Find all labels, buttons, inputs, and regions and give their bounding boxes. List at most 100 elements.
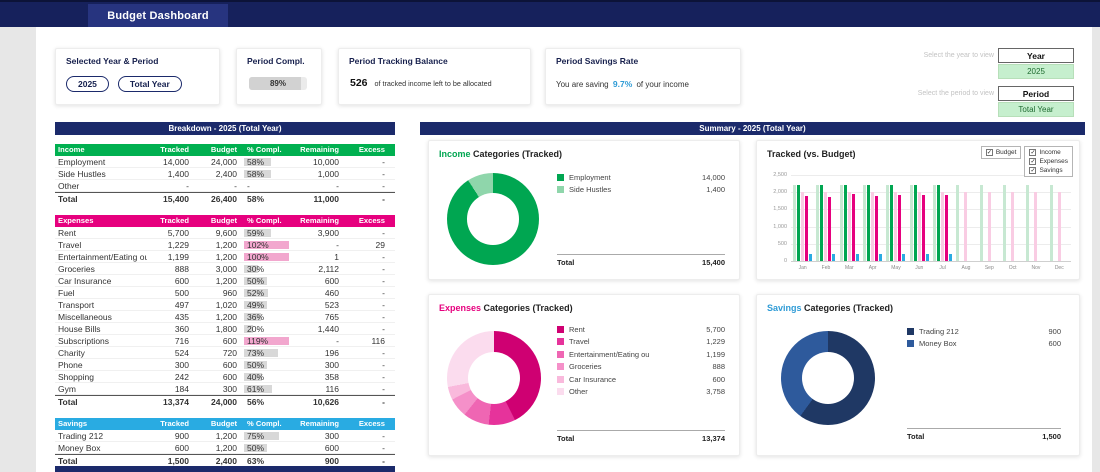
legend-value: 5,700 [706,324,725,334]
pct-value: 58% [247,169,265,179]
filter-label: Expenses [1039,158,1068,165]
bar-group [884,175,907,261]
legend-value: 600 [712,374,725,384]
x-tick-label: Aug [961,265,971,271]
table-total-row: Total 1,500 2,400 63% 900 - [55,454,395,466]
legend-value: 14,000 [702,172,725,182]
x-tick-label: Feb [821,265,831,271]
row-label: House Bills [58,324,101,334]
row-label: Entertainment/Eating ou [58,252,147,262]
bar-income [890,185,894,261]
pct-value: 58% [247,194,265,204]
bar-income-budget [1003,185,1007,261]
table-row: Shopping 242 600 40% 358 - [55,371,395,383]
y-tick-label: 1,500 [773,206,787,213]
completion-value: 89% [269,79,286,88]
cell-budget: 1,200 [215,312,237,322]
cell-budget: 600 [222,372,237,382]
series-filter-box: ✓ Income ✓ Expenses ✓ Savings [1024,146,1073,177]
filter-income[interactable]: ✓ Income [1029,149,1068,156]
checkbox-checked-icon[interactable]: ✓ [1029,167,1037,174]
legend-swatch [557,363,564,371]
legend-total-value: 1,500 [1042,431,1061,441]
column-header: Excess [358,145,385,154]
column-header: Budget [210,216,237,225]
savings-rate-card: Period Savings Rate You are saving 9.7% … [545,48,741,105]
row-label: Fuel [58,288,75,298]
table-row: Miscellaneous 435 1,200 36% 765 - [55,311,395,323]
filter-budget[interactable]: ✓ Budget [985,149,1017,156]
period-button[interactable]: Total Year [117,76,182,92]
expenses-legend: Rent 5,700 Travel 1,229 Entertainment/Eating… [557,323,725,445]
bar-expenses [875,196,879,261]
cell-excess: - [382,312,385,322]
gridline [791,261,1071,262]
cell-pct: 73% [243,347,289,358]
expenses-card-title-accent: Expenses [439,303,482,313]
bar-group [861,175,884,261]
cell-excess: - [382,288,385,298]
checkbox-checked-icon[interactable]: ✓ [1029,158,1037,165]
cell-pct: 50% [243,275,289,286]
legend-value: 600 [1048,339,1061,349]
period-label-box: Period [998,86,1074,101]
filter-expenses[interactable]: ✓ Expenses [1029,158,1068,165]
income-legend: Employment 14,000 Side Hustles 1,400 Total 15… [557,171,725,269]
section-name: Savings [58,419,88,428]
section-name: Expenses [58,216,94,225]
row-label: Trading 212 [58,431,104,441]
checkbox-checked-icon[interactable]: ✓ [985,149,993,156]
balance-value: 526 [350,77,368,89]
cell-remaining: 3,900 [317,228,339,238]
table-row: Employment 14,000 24,000 58% 10,000 - [55,156,395,168]
year-select[interactable]: 2025 [998,64,1074,79]
bar-income-budget [1026,185,1030,261]
column-header: Tracked [160,145,189,154]
year-label-box: Year [998,48,1074,63]
cell-remaining: - [336,240,339,250]
x-tick-label: Jul [939,265,946,271]
cell-pct: 100% [243,251,289,262]
cell-pct: - [243,180,289,191]
cell-budget: 24,000 [211,397,237,407]
row-label: Other [58,181,80,191]
row-label: Car Insurance [58,276,112,286]
table-row: Car Insurance 600 1,200 50% 600 - [55,275,395,287]
checkbox-checked-icon[interactable]: ✓ [1029,149,1037,156]
legend-item: Car Insurance 600 [557,373,725,386]
cell-budget: 600 [222,360,237,370]
legend-label: Travel [569,337,590,347]
cell-remaining: 1,000 [317,169,339,179]
pct-value: 20% [247,324,265,334]
savings-rate-suffix: of your income [636,80,689,89]
table-total-row: Total 13,374 24,000 56% 10,626 - [55,395,395,407]
cell-pct: 102% [243,239,289,250]
cell-budget: 300 [222,384,237,394]
legend-label: Employment [569,172,611,182]
cell-excess: - [382,456,385,466]
year-hint: Select the year to view [923,52,994,59]
column-header: Remaining [300,419,339,428]
legend-item: Entertainment/Eating ou 1,199 [557,348,725,361]
bar-group [978,175,1001,261]
legend-total-label: Total [557,257,575,267]
legend-item: Other 3,758 [557,386,725,399]
period-select[interactable]: Total Year [998,102,1074,117]
bar-income-budget [793,185,797,261]
bar-income [797,185,801,261]
bar-income-budget [863,185,867,261]
savings-rate-prefix: You are saving [556,80,609,89]
filter-label: Budget [995,149,1017,156]
bar-savings [902,253,906,261]
cell-tracked: 497 [174,300,189,310]
cell-remaining: 900 [324,456,339,466]
cell-remaining: 523 [324,300,339,310]
cell-tracked: 1,400 [167,169,189,179]
row-label: Total [58,194,78,204]
year-button[interactable]: 2025 [66,76,109,92]
legend-label: Groceries [569,362,602,372]
filter-savings[interactable]: ✓ Savings [1029,167,1068,174]
table-row: Side Hustles 1,400 2,400 58% 1,000 - [55,168,395,180]
cell-remaining: 600 [324,276,339,286]
legend-value: 900 [1048,326,1061,336]
